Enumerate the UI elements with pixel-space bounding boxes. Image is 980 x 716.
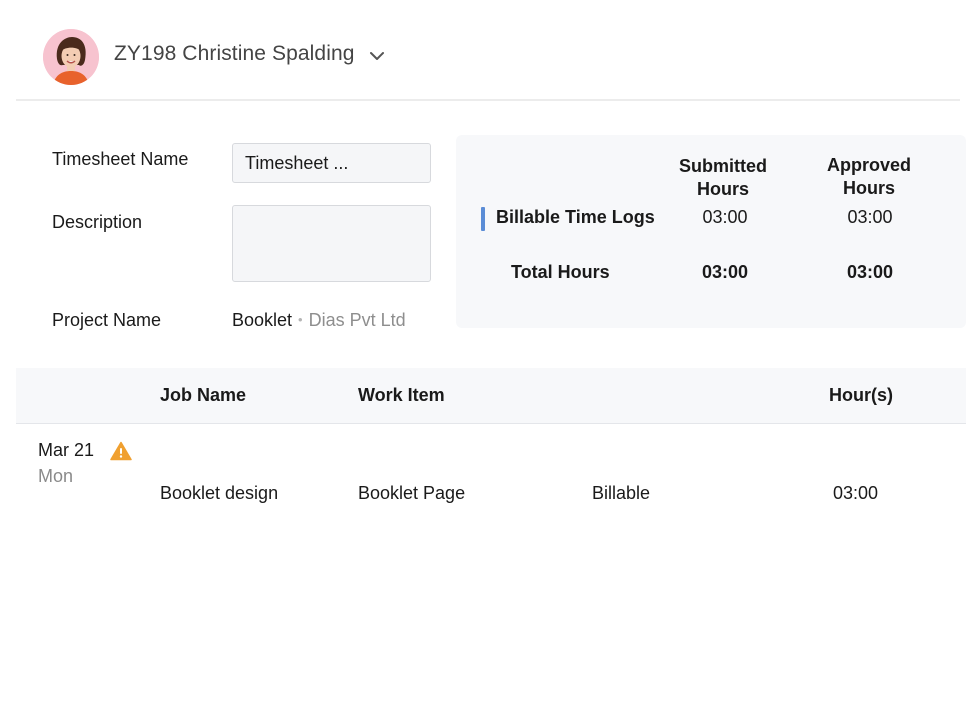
total-submitted-hours: 03:00 [701, 262, 749, 282]
total-approved-hours: 03:00 [846, 262, 894, 282]
billable-indicator-bar [481, 207, 485, 231]
billing-type-cell: Billable [592, 483, 651, 503]
description-input[interactable] [232, 205, 431, 282]
job-name-cell: Booklet design [160, 483, 279, 503]
billable-submitted-hours: 03:00 [702, 207, 748, 227]
hours-column-header: Hour(s) [829, 385, 893, 405]
hours-cell: 03:00 [833, 483, 879, 503]
project-separator: • [298, 312, 303, 327]
user-header: ZY198 Christine Spalding [16, 0, 960, 101]
timesheet-name-label: Timesheet Name [52, 149, 189, 169]
hours-summary-panel: Submitted Hours Approved Hours Billable … [456, 135, 966, 328]
work-item-cell: Booklet Page [358, 483, 466, 503]
job-name-column-header: Job Name [160, 385, 247, 405]
project-name-label: Project Name [52, 310, 162, 330]
work-item-column-header: Work Item [358, 385, 445, 405]
billable-time-logs-label: Billable Time Logs [496, 207, 655, 227]
project-name: Booklet [232, 310, 293, 330]
project-name-value: Booklet • Dias Pvt Ltd [232, 310, 406, 331]
approved-hours-header: Approved Hours [826, 155, 911, 198]
time-log-table-header: Job Name Work Item Hour(s) [16, 368, 966, 424]
total-hours-label: Total Hours [511, 262, 610, 282]
log-date: Mar 21 [38, 440, 95, 460]
user-name[interactable]: ZY198 Christine Spalding [114, 42, 355, 66]
submitted-hours-header: Submitted Hours [679, 156, 767, 199]
log-day: Mon [38, 466, 74, 486]
timesheet-page: ZY198 Christine Spalding Timesheet Name … [0, 0, 980, 716]
billable-approved-hours: 03:00 [847, 207, 893, 227]
project-client: Dias Pvt Ltd [308, 310, 406, 330]
description-label: Description [52, 212, 143, 232]
chevron-down-icon[interactable] [368, 47, 386, 65]
user-avatar[interactable] [43, 29, 99, 85]
warning-icon[interactable] [110, 441, 132, 461]
timesheet-name-input[interactable]: Timesheet ... [232, 143, 431, 183]
